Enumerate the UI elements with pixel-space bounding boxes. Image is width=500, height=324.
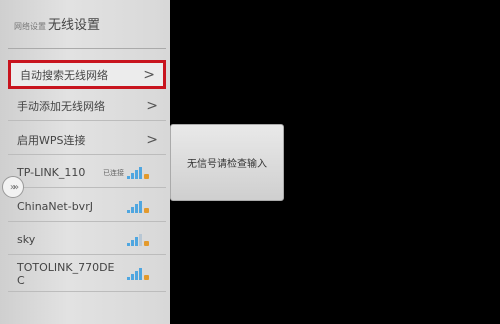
double-chevron-icon[interactable]: »» [2, 176, 24, 198]
signal-bar [127, 242, 130, 246]
no-signal-dialog: 无信号请检查输入 [170, 124, 284, 201]
network-item-tplink[interactable]: TP-LINK_110 已连接 [8, 158, 166, 188]
network-ssid: sky [17, 233, 36, 246]
lock-icon [144, 240, 149, 246]
network-ssid: TOTOLINK_770DE C [17, 260, 115, 287]
chevron-right-icon: > [143, 66, 155, 83]
chevron-right-icon: > [146, 131, 158, 148]
signal-bar [127, 209, 130, 213]
menu-item-manual-add[interactable]: 手动添加无线网络 > [8, 91, 166, 121]
title-text: 无线设置 [48, 18, 101, 33]
chevron-right-icon: > [146, 97, 158, 114]
signal-bar [135, 236, 138, 246]
signal-bar [135, 169, 138, 179]
network-ssid: ChinaNet-bvrJ [17, 200, 93, 213]
signal-bar [139, 267, 142, 280]
signal-bar [131, 239, 134, 246]
connected-badge: 已连接 [103, 168, 124, 177]
dialog-message: 无信号请检查输入 [187, 159, 267, 170]
page-title: 网络设置 无线设置 [14, 14, 100, 40]
lock-icon [144, 173, 149, 179]
signal-bar [131, 172, 134, 179]
header-divider [8, 48, 166, 49]
lock-icon [144, 207, 149, 213]
signal-bar [131, 206, 134, 213]
menu-item-auto-search[interactable]: 自动搜索无线网络 > [8, 60, 166, 89]
wireless-settings-panel: 网络设置 无线设置 自动搜索无线网络 > 手动添加无线网络 > 启用WPS连接 … [0, 0, 170, 324]
network-item-sky[interactable]: sky [8, 225, 166, 255]
lock-icon [144, 274, 149, 280]
network-item-totolink[interactable]: TOTOLINK_770DE C [8, 256, 166, 292]
wifi-signal-icon [127, 267, 149, 280]
signal-bar [139, 200, 142, 213]
network-ssid: TP-LINK_110 [17, 166, 86, 179]
signal-bar [135, 270, 138, 280]
signal-bar [139, 166, 142, 179]
handle-glyph: »» [9, 181, 19, 193]
breadcrumb: 网络设置 [14, 22, 46, 31]
signal-bar [139, 233, 142, 246]
menu-item-wps[interactable]: 启用WPS连接 > [8, 125, 166, 155]
menu-item-label: 手动添加无线网络 [17, 99, 105, 113]
wifi-signal-icon [127, 166, 149, 179]
signal-bar [127, 175, 130, 179]
network-item-chinanet[interactable]: ChinaNet-bvrJ [8, 192, 166, 222]
wifi-signal-icon [127, 200, 149, 213]
wifi-signal-icon [127, 233, 149, 246]
signal-bar [131, 273, 134, 280]
signal-bar [127, 276, 130, 280]
menu-item-label: 启用WPS连接 [17, 133, 86, 147]
signal-bar [135, 203, 138, 213]
menu-item-label: 自动搜索无线网络 [20, 68, 108, 82]
